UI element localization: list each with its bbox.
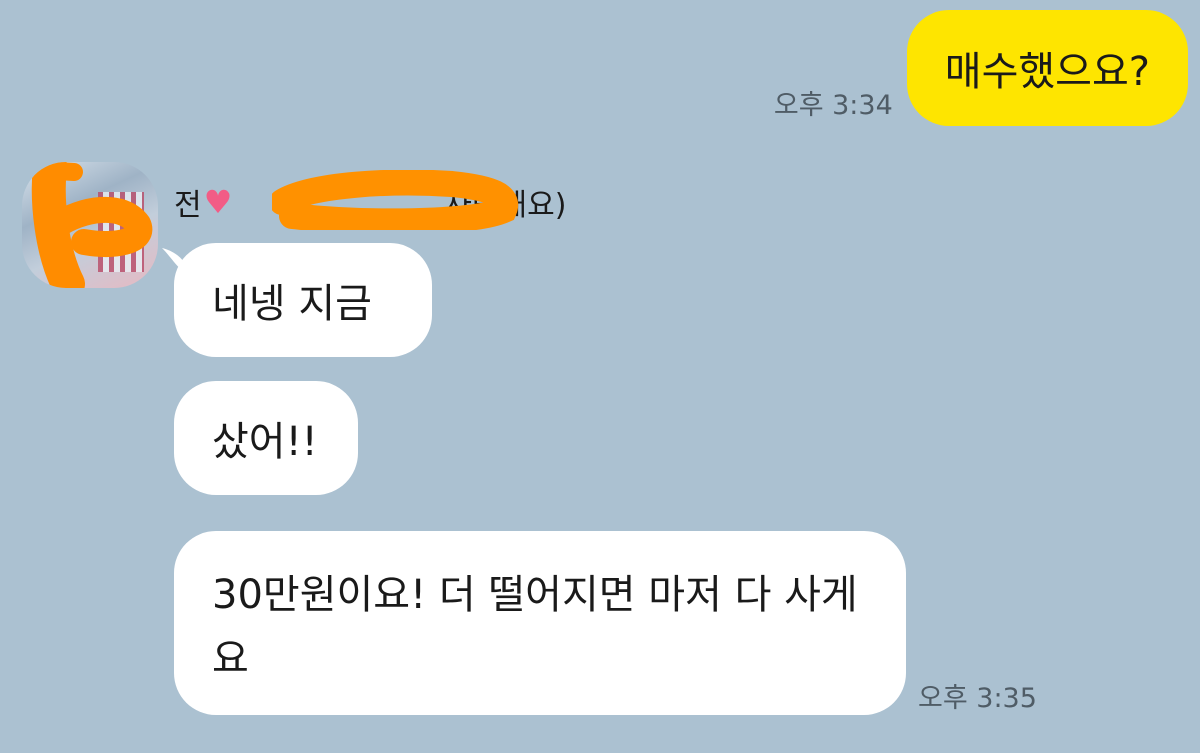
sender-avatar[interactable]: [22, 162, 158, 288]
outgoing-message-bubble[interactable]: 매수했으요?: [906, 10, 1188, 126]
incoming-message-bubble[interactable]: 샀어!!: [174, 381, 358, 495]
name-redaction-mark: [272, 170, 518, 230]
incoming-timestamp: 오후 3:35: [918, 683, 1037, 714]
sender-name-start: 전: [174, 188, 202, 223]
avatar-redaction-scribble: [31, 162, 153, 288]
outgoing-timestamp: 오후 3:34: [773, 90, 893, 121]
incoming-message-bubble[interactable]: 네넹 지금: [174, 243, 432, 357]
chat-view: 오후 3:34 매수했으요? 전 ♥ 사랑해요) 네넹 지금 샀어!! 30만원…: [0, 0, 1200, 753]
incoming-message-bubble[interactable]: 30만원이요! 더 떨어지면 마저 다 사게요: [174, 531, 906, 715]
outgoing-message-row: 오후 3:34 매수했으요?: [774, 10, 1188, 126]
heart-icon: ♥: [203, 183, 233, 221]
